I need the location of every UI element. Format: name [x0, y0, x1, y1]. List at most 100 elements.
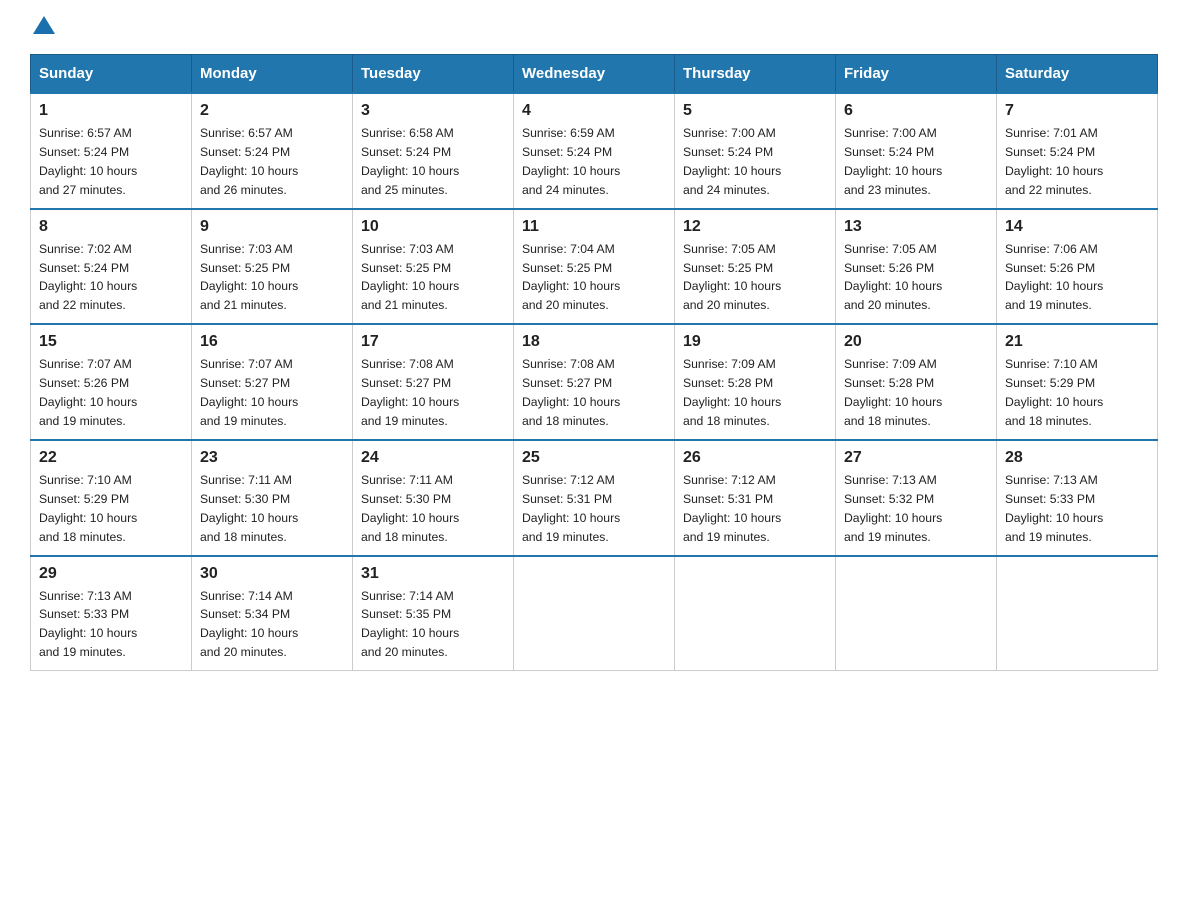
day-sun-info: Sunrise: 7:13 AMSunset: 5:33 PMDaylight:… — [1005, 471, 1149, 547]
day-number: 29 — [39, 565, 183, 583]
calendar-table: SundayMondayTuesdayWednesdayThursdayFrid… — [30, 54, 1158, 671]
calendar-day-cell: 15 Sunrise: 7:07 AMSunset: 5:26 PMDayligh… — [31, 324, 192, 440]
day-number: 9 — [200, 218, 344, 236]
day-number: 30 — [200, 565, 344, 583]
page-header — [30, 20, 1158, 36]
day-sun-info: Sunrise: 7:12 AMSunset: 5:31 PMDaylight:… — [522, 471, 666, 547]
calendar-day-cell: 29 Sunrise: 7:13 AMSunset: 5:33 PMDayligh… — [31, 556, 192, 671]
calendar-day-cell: 1 Sunrise: 6:57 AMSunset: 5:24 PMDaylight… — [31, 93, 192, 209]
day-number: 24 — [361, 449, 505, 467]
day-sun-info: Sunrise: 7:09 AMSunset: 5:28 PMDaylight:… — [844, 355, 988, 431]
calendar-day-cell: 25 Sunrise: 7:12 AMSunset: 5:31 PMDayligh… — [514, 440, 675, 556]
day-number: 16 — [200, 333, 344, 351]
day-number: 4 — [522, 102, 666, 120]
day-sun-info: Sunrise: 7:08 AMSunset: 5:27 PMDaylight:… — [522, 355, 666, 431]
day-number: 2 — [200, 102, 344, 120]
calendar-day-cell: 11 Sunrise: 7:04 AMSunset: 5:25 PMDayligh… — [514, 209, 675, 325]
day-number: 15 — [39, 333, 183, 351]
calendar-day-cell: 24 Sunrise: 7:11 AMSunset: 5:30 PMDayligh… — [353, 440, 514, 556]
calendar-day-cell: 14Sunrise: 7:06 AMSunset: 5:26 PMDayligh… — [997, 209, 1158, 325]
day-number: 7 — [1005, 102, 1149, 120]
day-number: 20 — [844, 333, 988, 351]
calendar-day-cell: 12 Sunrise: 7:05 AMSunset: 5:25 PMDayligh… — [675, 209, 836, 325]
day-number: 1 — [39, 102, 183, 120]
day-number: 22 — [39, 449, 183, 467]
day-header-tuesday: Tuesday — [353, 55, 514, 94]
calendar-day-cell: 4 Sunrise: 6:59 AMSunset: 5:24 PMDaylight… — [514, 93, 675, 209]
day-header-wednesday: Wednesday — [514, 55, 675, 94]
day-number: 12 — [683, 218, 827, 236]
day-number: 19 — [683, 333, 827, 351]
calendar-day-cell: 27 Sunrise: 7:13 AMSunset: 5:32 PMDayligh… — [836, 440, 997, 556]
calendar-day-cell: 19 Sunrise: 7:09 AMSunset: 5:28 PMDayligh… — [675, 324, 836, 440]
day-number: 11 — [522, 218, 666, 236]
day-sun-info: Sunrise: 7:08 AMSunset: 5:27 PMDaylight:… — [361, 355, 505, 431]
day-sun-info: Sunrise: 7:09 AMSunset: 5:28 PMDaylight:… — [683, 355, 827, 431]
calendar-empty-cell — [836, 556, 997, 671]
day-number: 5 — [683, 102, 827, 120]
day-header-sunday: Sunday — [31, 55, 192, 94]
calendar-week-row: 29 Sunrise: 7:13 AMSunset: 5:33 PMDayligh… — [31, 556, 1158, 671]
calendar-empty-cell — [997, 556, 1158, 671]
calendar-day-cell: 18 Sunrise: 7:08 AMSunset: 5:27 PMDayligh… — [514, 324, 675, 440]
calendar-day-cell: 30 Sunrise: 7:14 AMSunset: 5:34 PMDayligh… — [192, 556, 353, 671]
logo — [30, 20, 55, 36]
day-sun-info: Sunrise: 7:02 AMSunset: 5:24 PMDaylight:… — [39, 240, 183, 316]
calendar-week-row: 1 Sunrise: 6:57 AMSunset: 5:24 PMDaylight… — [31, 93, 1158, 209]
day-sun-info: Sunrise: 7:13 AMSunset: 5:32 PMDaylight:… — [844, 471, 988, 547]
logo-triangle-icon — [33, 14, 55, 36]
day-sun-info: Sunrise: 7:03 AMSunset: 5:25 PMDaylight:… — [200, 240, 344, 316]
calendar-day-cell: 5 Sunrise: 7:00 AMSunset: 5:24 PMDaylight… — [675, 93, 836, 209]
calendar-day-cell: 20 Sunrise: 7:09 AMSunset: 5:28 PMDayligh… — [836, 324, 997, 440]
day-number: 31 — [361, 565, 505, 583]
day-sun-info: Sunrise: 6:59 AMSunset: 5:24 PMDaylight:… — [522, 124, 666, 200]
day-number: 25 — [522, 449, 666, 467]
day-number: 6 — [844, 102, 988, 120]
day-header-monday: Monday — [192, 55, 353, 94]
day-number: 26 — [683, 449, 827, 467]
day-sun-info: Sunrise: 6:58 AMSunset: 5:24 PMDaylight:… — [361, 124, 505, 200]
calendar-day-cell: 26 Sunrise: 7:12 AMSunset: 5:31 PMDayligh… — [675, 440, 836, 556]
day-sun-info: Sunrise: 7:04 AMSunset: 5:25 PMDaylight:… — [522, 240, 666, 316]
calendar-day-cell: 6 Sunrise: 7:00 AMSunset: 5:24 PMDaylight… — [836, 93, 997, 209]
day-number: 17 — [361, 333, 505, 351]
day-sun-info: Sunrise: 7:07 AMSunset: 5:27 PMDaylight:… — [200, 355, 344, 431]
day-sun-info: Sunrise: 7:05 AMSunset: 5:25 PMDaylight:… — [683, 240, 827, 316]
calendar-empty-cell — [675, 556, 836, 671]
calendar-day-cell: 3 Sunrise: 6:58 AMSunset: 5:24 PMDaylight… — [353, 93, 514, 209]
calendar-day-cell: 17 Sunrise: 7:08 AMSunset: 5:27 PMDayligh… — [353, 324, 514, 440]
day-sun-info: Sunrise: 7:00 AMSunset: 5:24 PMDaylight:… — [683, 124, 827, 200]
day-sun-info: Sunrise: 7:03 AMSunset: 5:25 PMDaylight:… — [361, 240, 505, 316]
day-number: 27 — [844, 449, 988, 467]
calendar-day-cell: 10 Sunrise: 7:03 AMSunset: 5:25 PMDayligh… — [353, 209, 514, 325]
day-sun-info: Sunrise: 6:57 AMSunset: 5:24 PMDaylight:… — [39, 124, 183, 200]
calendar-day-cell: 21Sunrise: 7:10 AMSunset: 5:29 PMDayligh… — [997, 324, 1158, 440]
calendar-day-cell: 28 Sunrise: 7:13 AMSunset: 5:33 PMDayligh… — [997, 440, 1158, 556]
calendar-week-row: 15 Sunrise: 7:07 AMSunset: 5:26 PMDayligh… — [31, 324, 1158, 440]
day-sun-info: Sunrise: 7:00 AMSunset: 5:24 PMDaylight:… — [844, 124, 988, 200]
day-sun-info: Sunrise: 7:14 AMSunset: 5:34 PMDaylight:… — [200, 587, 344, 663]
day-header-friday: Friday — [836, 55, 997, 94]
day-sun-info: Sunrise: 7:01 AMSunset: 5:24 PMDaylight:… — [1005, 124, 1149, 200]
calendar-day-cell: 13Sunrise: 7:05 AMSunset: 5:26 PMDayligh… — [836, 209, 997, 325]
day-header-thursday: Thursday — [675, 55, 836, 94]
day-number: 18 — [522, 333, 666, 351]
day-number: 23 — [200, 449, 344, 467]
day-number: 3 — [361, 102, 505, 120]
calendar-day-cell: 23Sunrise: 7:11 AMSunset: 5:30 PMDayligh… — [192, 440, 353, 556]
day-number: 10 — [361, 218, 505, 236]
calendar-day-cell: 7 Sunrise: 7:01 AMSunset: 5:24 PMDaylight… — [997, 93, 1158, 209]
day-number: 28 — [1005, 449, 1149, 467]
day-sun-info: Sunrise: 7:13 AMSunset: 5:33 PMDaylight:… — [39, 587, 183, 663]
day-number: 8 — [39, 218, 183, 236]
day-sun-info: Sunrise: 7:06 AMSunset: 5:26 PMDaylight:… — [1005, 240, 1149, 316]
calendar-day-cell: 16 Sunrise: 7:07 AMSunset: 5:27 PMDayligh… — [192, 324, 353, 440]
day-sun-info: Sunrise: 7:12 AMSunset: 5:31 PMDaylight:… — [683, 471, 827, 547]
day-sun-info: Sunrise: 7:14 AMSunset: 5:35 PMDaylight:… — [361, 587, 505, 663]
calendar-day-cell: 8 Sunrise: 7:02 AMSunset: 5:24 PMDaylight… — [31, 209, 192, 325]
calendar-header-row: SundayMondayTuesdayWednesdayThursdayFrid… — [31, 55, 1158, 94]
day-sun-info: Sunrise: 7:07 AMSunset: 5:26 PMDaylight:… — [39, 355, 183, 431]
calendar-day-cell: 22Sunrise: 7:10 AMSunset: 5:29 PMDayligh… — [31, 440, 192, 556]
day-header-saturday: Saturday — [997, 55, 1158, 94]
day-sun-info: Sunrise: 7:11 AMSunset: 5:30 PMDaylight:… — [361, 471, 505, 547]
